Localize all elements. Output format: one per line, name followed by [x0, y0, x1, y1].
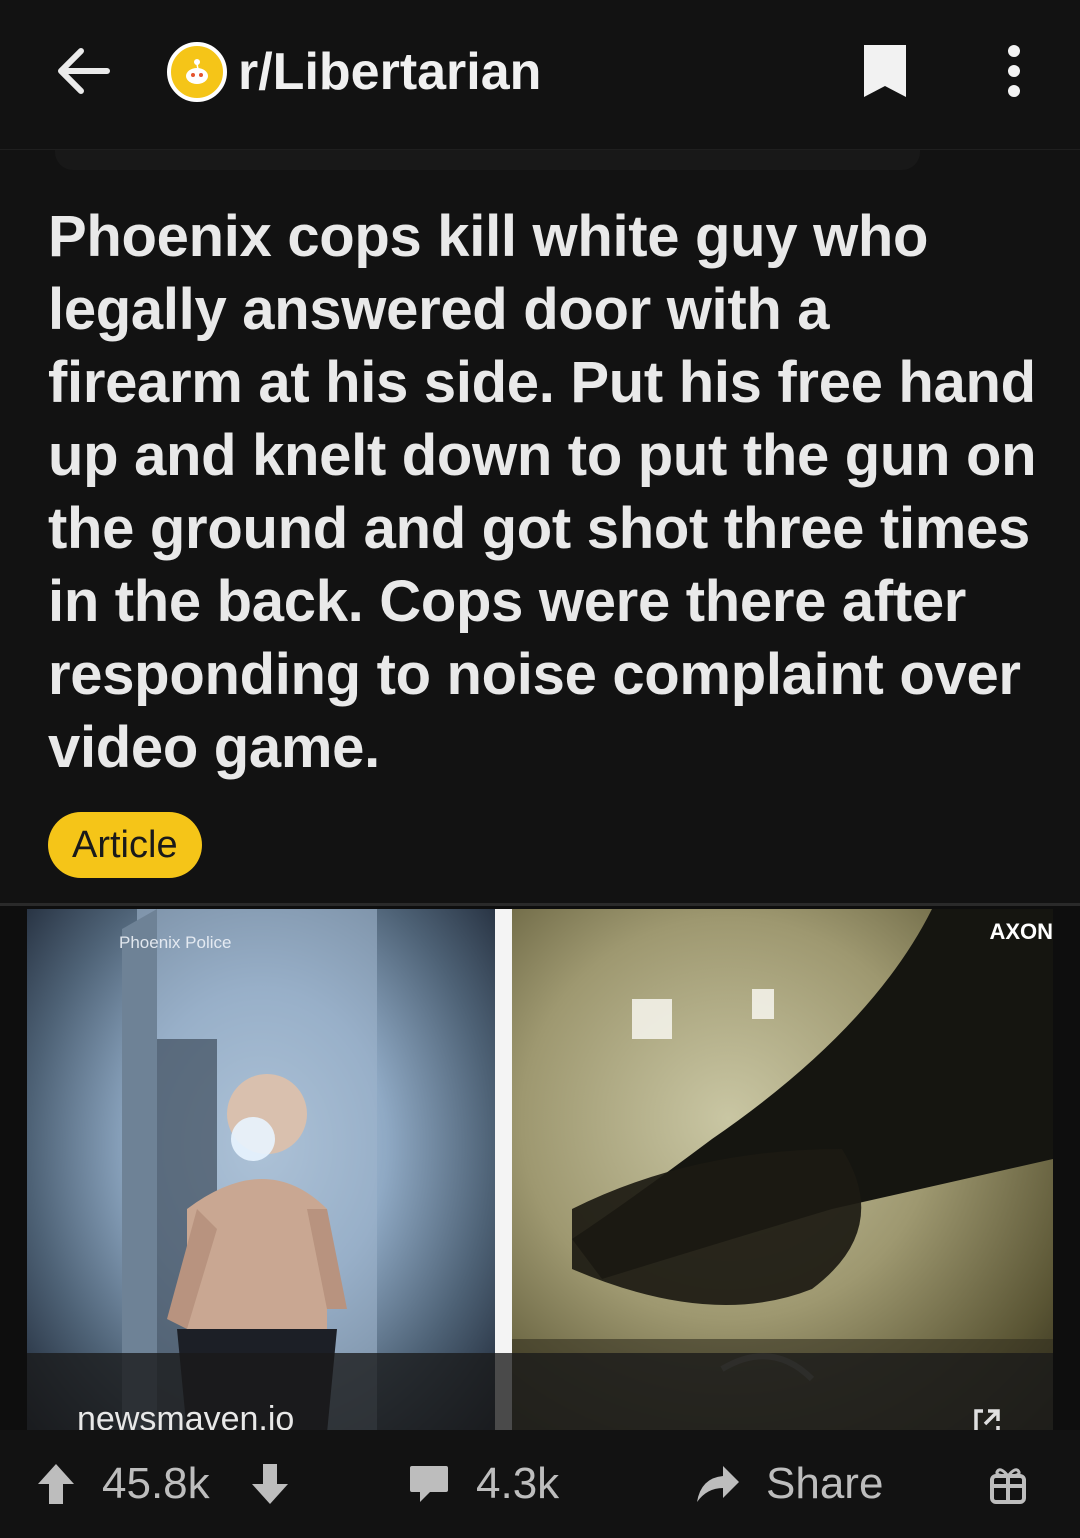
- downvote-button[interactable]: [250, 1456, 290, 1512]
- bookmark-button[interactable]: [855, 38, 915, 104]
- comment-bubble-icon: [410, 1466, 448, 1502]
- comments-count[interactable]: 4.3k: [476, 1456, 559, 1512]
- snoo-icon: [177, 52, 217, 92]
- bookmark-icon: [864, 45, 906, 97]
- upvote-arrow-icon: [38, 1464, 74, 1504]
- watermark-phoenix-police: Phoenix Police: [119, 933, 232, 952]
- more-vertical-icon: [1008, 45, 1020, 97]
- more-options-button[interactable]: [990, 38, 1038, 104]
- downvote-arrow-icon: [252, 1464, 288, 1504]
- vote-score: 45.8k: [102, 1459, 210, 1508]
- subreddit-name[interactable]: r/Libertarian: [238, 40, 541, 104]
- top-app-bar: r/Libertarian: [0, 0, 1080, 150]
- subreddit-avatar[interactable]: [167, 42, 227, 102]
- upvote-button[interactable]: [36, 1456, 76, 1512]
- external-link-icon: [974, 1409, 1000, 1433]
- link-domain[interactable]: newsmaven.io: [77, 1399, 294, 1433]
- post-title: Phoenix cops kill white guy who legally …: [48, 204, 1037, 780]
- post-action-bar: 45.8k 4.3k Share: [0, 1430, 1080, 1538]
- share-arrow-icon: [697, 1466, 739, 1502]
- watermark-axon: AXON: [989, 919, 1053, 944]
- gift-icon: [990, 1468, 1026, 1504]
- post-flair[interactable]: Article: [48, 812, 202, 878]
- award-button[interactable]: [988, 1456, 1028, 1512]
- open-external-button[interactable]: [970, 1406, 1004, 1433]
- comments-button[interactable]: [408, 1456, 450, 1512]
- share-button[interactable]: Share: [766, 1456, 883, 1512]
- back-arrow-icon: [58, 48, 110, 94]
- share-icon-button[interactable]: [695, 1456, 741, 1512]
- article-link-card[interactable]: Phoenix Police AXON newsmaven.io: [0, 903, 1080, 1433]
- collapsed-bar: [55, 150, 920, 170]
- back-button[interactable]: [50, 38, 116, 104]
